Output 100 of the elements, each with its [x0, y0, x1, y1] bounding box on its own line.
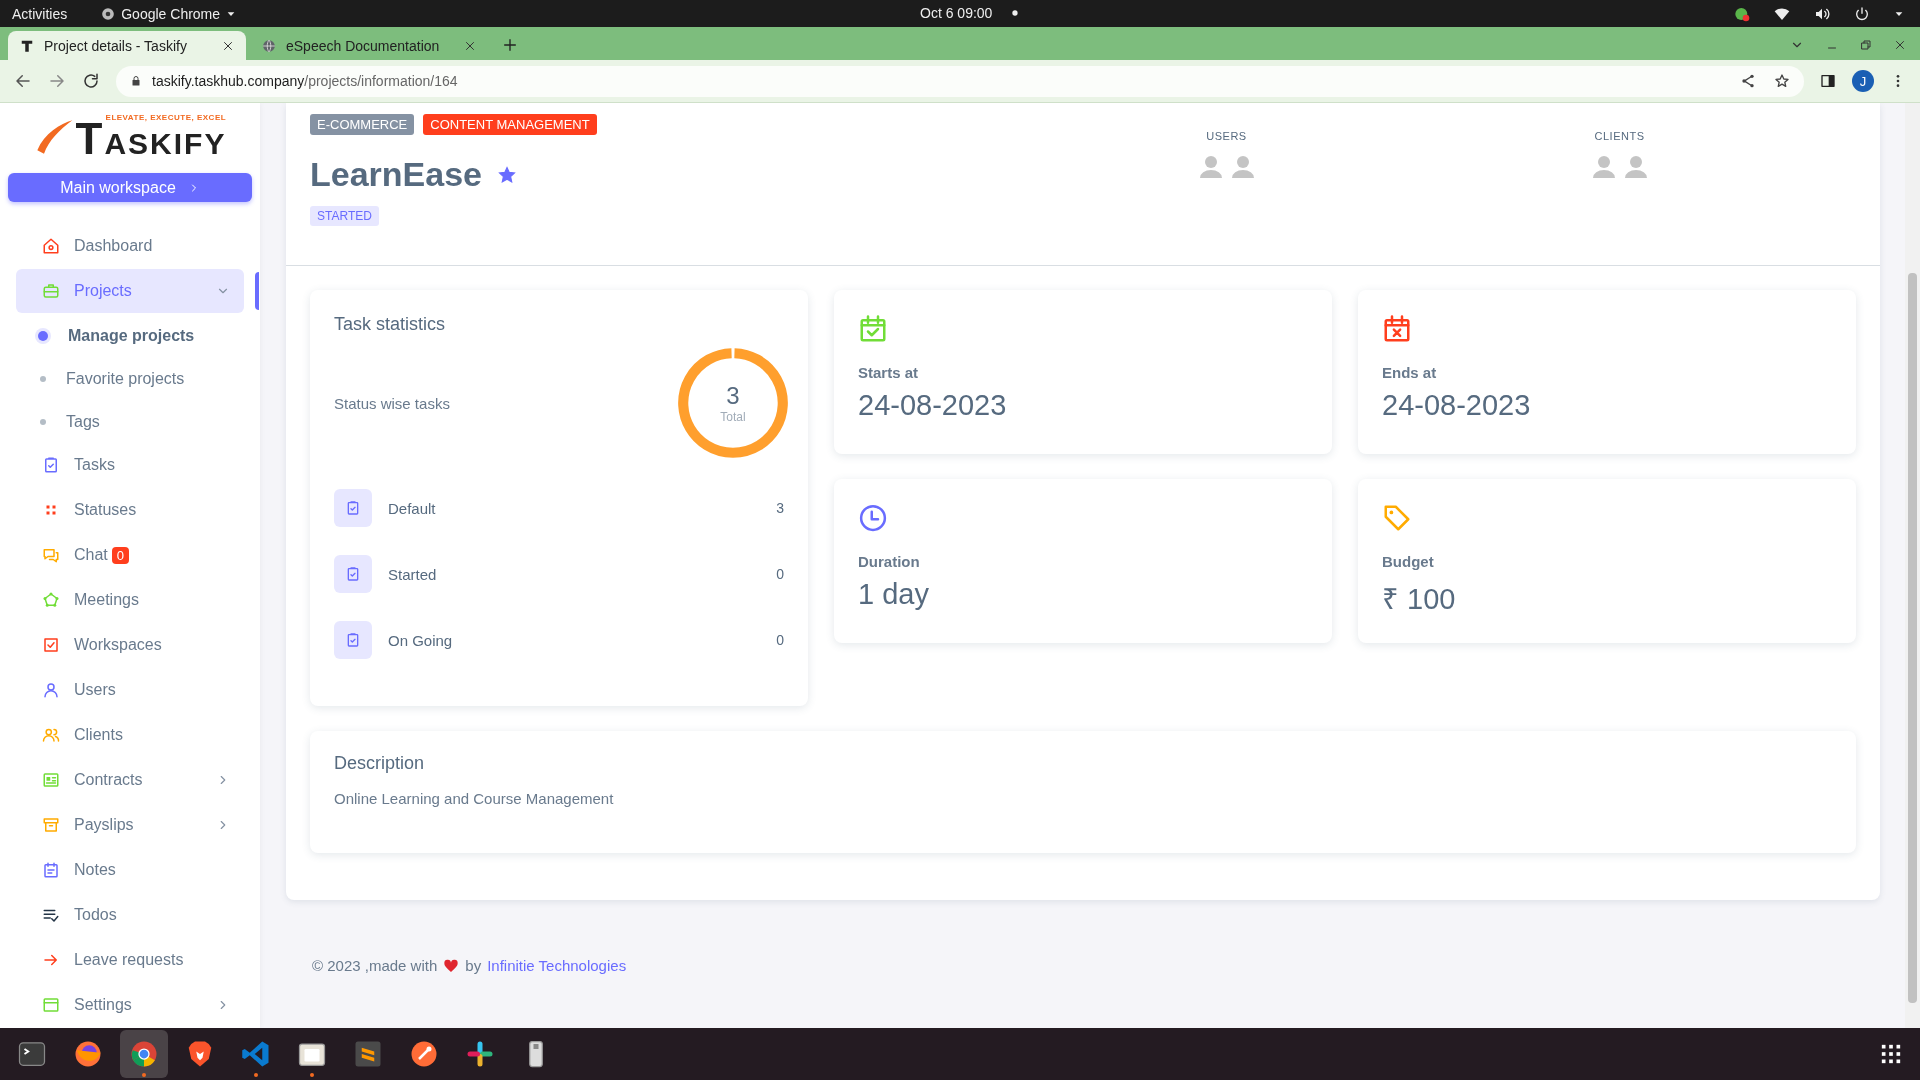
info-label: Duration: [858, 553, 920, 570]
profile-avatar[interactable]: J: [1852, 70, 1874, 92]
info-value: 1 day: [858, 578, 929, 611]
nav-item[interactable]: Clients: [16, 713, 244, 757]
total-label: Total: [720, 410, 746, 424]
nav-item[interactable]: Meetings: [16, 578, 244, 622]
category-tag: CONTENT MANAGEMENT: [423, 114, 597, 135]
nav-item[interactable]: Settings: [16, 983, 244, 1027]
nav-item[interactable]: Statuses: [16, 488, 244, 532]
back-icon[interactable]: [14, 72, 32, 90]
new-tab-icon[interactable]: [502, 37, 518, 53]
update-icon[interactable]: [1734, 5, 1750, 22]
workspaces-icon: [42, 636, 60, 654]
nav-item[interactable]: Tasks: [16, 443, 244, 487]
running-dot: [254, 1073, 258, 1077]
nav-item[interactable]: Users: [16, 668, 244, 712]
nav-item[interactable]: Dashboard: [16, 224, 244, 268]
clock-icon: [858, 503, 888, 533]
footer-text: © 2023 ,made with: [312, 957, 438, 974]
logo-text: TASKIFY: [75, 122, 227, 162]
nav-item[interactable]: Workspaces: [16, 623, 244, 667]
status-count: 3: [776, 500, 784, 516]
section-label: CLIENTS: [1594, 130, 1645, 142]
project-title: LearnEase: [310, 155, 482, 194]
notes-icon: [42, 861, 60, 879]
info-value: 24-08-2023: [1382, 389, 1531, 422]
chat-icon: [42, 546, 60, 564]
nav-item[interactable]: Notes: [16, 848, 244, 892]
close-icon[interactable]: [1894, 39, 1906, 51]
app-grid-icon[interactable]: [1880, 1043, 1902, 1065]
hash-grid-icon: [465, 1039, 495, 1069]
footer-text: by: [465, 957, 482, 974]
power-icon[interactable]: [1854, 5, 1870, 22]
info-label: Starts at: [858, 364, 919, 381]
clipboard-icon: [334, 621, 372, 659]
app-menu[interactable]: Google Chrome: [101, 5, 237, 22]
wifi-icon[interactable]: [1774, 5, 1790, 22]
status-badge: STARTED: [310, 206, 379, 226]
address-bar[interactable]: taskify.taskhub.company/projects/information/164: [116, 65, 1804, 97]
browser-tab[interactable]: Project details - Taskify: [8, 31, 246, 60]
logo-tagline: ELEVATE, EXECUTE, EXCEL: [105, 113, 227, 123]
description-text: Online Learning and Course Management: [334, 790, 615, 807]
status-label: Default: [388, 499, 437, 517]
nav-item[interactable]: Leave requests: [16, 938, 244, 982]
url-text: taskify.taskhub.company/projects/information/164: [152, 73, 458, 89]
contracts-icon: [42, 771, 60, 789]
star-icon[interactable]: [1774, 73, 1790, 89]
dot-icon: [1011, 9, 1019, 17]
total-count: 3: [726, 382, 740, 410]
status-count: 0: [776, 632, 784, 648]
browser-tab[interactable]: eSpeech Documentation: [250, 31, 488, 60]
activities-button[interactable]: Activities: [12, 5, 68, 22]
users-icon: [42, 681, 60, 699]
dashboard-icon: [42, 237, 60, 255]
text-editor-icon: [353, 1039, 383, 1069]
browser-wheel-icon: [129, 1039, 159, 1069]
category-tag: E-COMMERCE: [310, 114, 415, 135]
clients-icon: [42, 726, 60, 744]
code-editor-icon: [241, 1039, 271, 1069]
side-panel-icon[interactable]: [1820, 73, 1836, 89]
active-indicator: [255, 272, 259, 310]
card-title: Task statistics: [334, 314, 447, 335]
nav-item[interactable]: Contracts: [16, 758, 244, 802]
forward-icon[interactable]: [48, 72, 66, 90]
nav-subitem[interactable]: Tags: [16, 400, 244, 443]
company-link[interactable]: Infinitie Technologies: [487, 957, 627, 974]
status-label: On Going: [388, 631, 454, 649]
clipboard-icon: [334, 489, 372, 527]
clipboard-icon: [334, 555, 372, 593]
info-value: ₹ 100: [1382, 582, 1456, 617]
running-dot: [142, 1073, 146, 1077]
price-tag-icon: [1382, 503, 1412, 533]
star-icon[interactable]: [498, 165, 516, 184]
tasks-icon: [42, 456, 60, 474]
calendar-x-icon: [1382, 314, 1412, 344]
restore-icon[interactable]: [1860, 39, 1872, 51]
nav-item[interactable]: Chat 0: [16, 533, 244, 577]
nav-subitem[interactable]: Favorite projects: [16, 357, 244, 400]
close-icon[interactable]: [222, 39, 234, 52]
t-logo-icon: [20, 38, 34, 53]
nav-item[interactable]: Payslips: [16, 803, 244, 847]
info-label: Ends at: [1382, 364, 1437, 381]
clock[interactable]: Oct 6 09:00: [920, 5, 993, 21]
share-icon[interactable]: [1740, 73, 1756, 89]
status-label: Started: [388, 565, 438, 583]
projects-icon: [42, 282, 60, 300]
count-badge: 0: [111, 546, 130, 564]
reload-icon[interactable]: [82, 72, 100, 90]
terminal-icon: [17, 1039, 47, 1069]
lock-icon: [130, 75, 142, 87]
nav-item[interactable]: Todos: [16, 893, 244, 937]
scrollbar[interactable]: [1905, 103, 1920, 1028]
status-count: 0: [776, 566, 784, 582]
nav-subitem[interactable]: Manage projects: [16, 314, 244, 357]
meetings-icon: [42, 591, 60, 609]
settings-icon: [42, 996, 60, 1014]
close-icon[interactable]: [464, 39, 476, 52]
card-title: Description: [334, 753, 426, 774]
globe-icon: [262, 38, 276, 53]
workspace-button[interactable]: Main workspace: [8, 173, 252, 202]
